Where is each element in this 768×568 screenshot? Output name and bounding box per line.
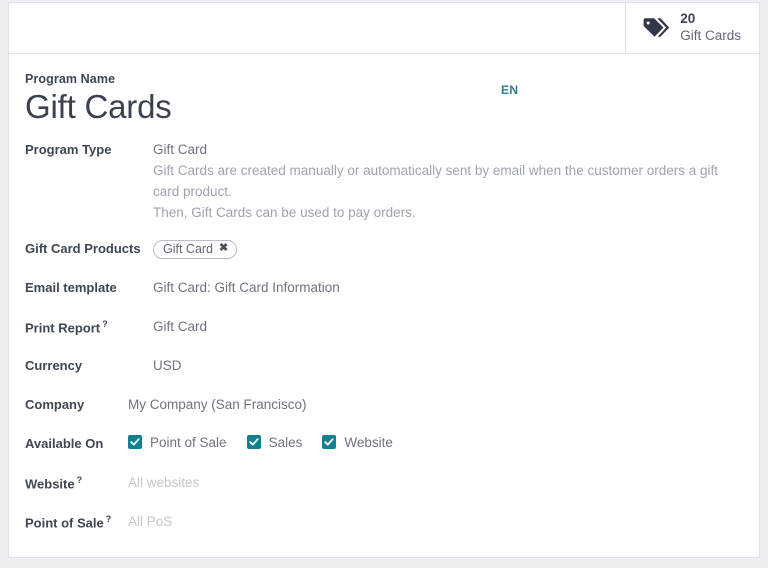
- checkbox-label-sales: Sales: [268, 434, 303, 450]
- checkmark-icon[interactable]: [246, 435, 261, 450]
- field-help-program-type-line1: Gift Cards are created manually or autom…: [153, 162, 719, 199]
- checkmark-icon[interactable]: [322, 435, 337, 450]
- field-list: Program Type Gift Card Gift Cards are cr…: [9, 141, 759, 536]
- checkbox-label-point-of-sale: Point of Sale: [150, 434, 227, 450]
- field-value-print-report[interactable]: Gift Card: [153, 318, 743, 334]
- field-point-of-sale: Point of Sale? All PoS: [25, 513, 743, 536]
- help-question-icon-website[interactable]: ?: [77, 475, 83, 485]
- field-label-email-template: Email template: [25, 279, 117, 295]
- form-sheet: 20 Gift Cards Program Name Gift Cards EN…: [8, 2, 760, 558]
- field-email-template: Email template Gift Card: Gift Card Info…: [25, 279, 743, 302]
- smart-button-text: 20 Gift Cards: [680, 11, 741, 45]
- field-gift-card-products: Gift Card Products Gift Card ✖: [25, 239, 743, 263]
- tag-icon: [643, 18, 670, 37]
- field-currency: Currency USD: [25, 357, 743, 380]
- smart-button-value: 20: [680, 11, 696, 27]
- field-label-program-type: Program Type: [25, 141, 112, 157]
- checkbox-website[interactable]: Website: [322, 435, 393, 450]
- field-value-email-template[interactable]: Gift Card: Gift Card Information: [153, 279, 743, 295]
- field-label-point-of-sale-text: Point of Sale: [25, 515, 104, 531]
- checkmark-icon[interactable]: [128, 435, 142, 450]
- field-value-website[interactable]: All websites: [128, 474, 743, 490]
- field-help-program-type-line2: Then, Gift Cards can be used to pay orde…: [153, 204, 416, 220]
- field-value-program-type[interactable]: Gift Card: [153, 141, 743, 157]
- help-question-icon-print-report[interactable]: ?: [102, 319, 108, 329]
- field-label-print-report-text: Print Report: [25, 320, 101, 336]
- tag-chip-label: Gift Card: [163, 241, 214, 256]
- field-value-company[interactable]: My Company (San Francisco): [128, 396, 743, 412]
- field-label-currency: Currency: [25, 357, 83, 373]
- field-label-website-text: Website: [25, 476, 75, 492]
- smart-button-label: Gift Cards: [680, 28, 741, 43]
- field-value-currency[interactable]: USD: [153, 357, 743, 373]
- smart-button-bar: 20 Gift Cards: [9, 3, 759, 54]
- tag-remove-icon[interactable]: ✖: [219, 243, 228, 254]
- checkbox-label-website: Website: [344, 434, 393, 450]
- checkbox-point-of-sale[interactable]: Point of Sale: [128, 435, 227, 450]
- page-title[interactable]: Gift Cards: [25, 88, 735, 127]
- language-badge[interactable]: EN: [501, 83, 518, 97]
- field-program-type: Program Type Gift Card Gift Cards are cr…: [25, 141, 743, 224]
- tag-chip-gift-card[interactable]: Gift Card ✖: [153, 239, 238, 259]
- smart-button-gift-cards[interactable]: 20 Gift Cards: [625, 3, 759, 53]
- field-label-print-report: Print Report?: [25, 318, 153, 335]
- field-company: Company My Company (San Francisco): [25, 396, 743, 419]
- help-question-icon-point-of-sale[interactable]: ?: [106, 514, 112, 524]
- field-available-on: Available On Point of Sale Sales Website: [25, 435, 743, 458]
- field-print-report: Print Report? Gift Card: [25, 318, 743, 341]
- title-area: Program Name Gift Cards EN: [9, 54, 759, 127]
- available-on-checkbox-group: Point of Sale Sales Website: [128, 435, 405, 450]
- field-value-point-of-sale[interactable]: All PoS: [128, 513, 743, 529]
- field-label-gift-card-products: Gift Card Products: [25, 240, 141, 256]
- checkbox-sales[interactable]: Sales: [246, 434, 303, 450]
- program-name-label: Program Name: [25, 72, 116, 86]
- field-website: Website? All websites: [25, 474, 743, 497]
